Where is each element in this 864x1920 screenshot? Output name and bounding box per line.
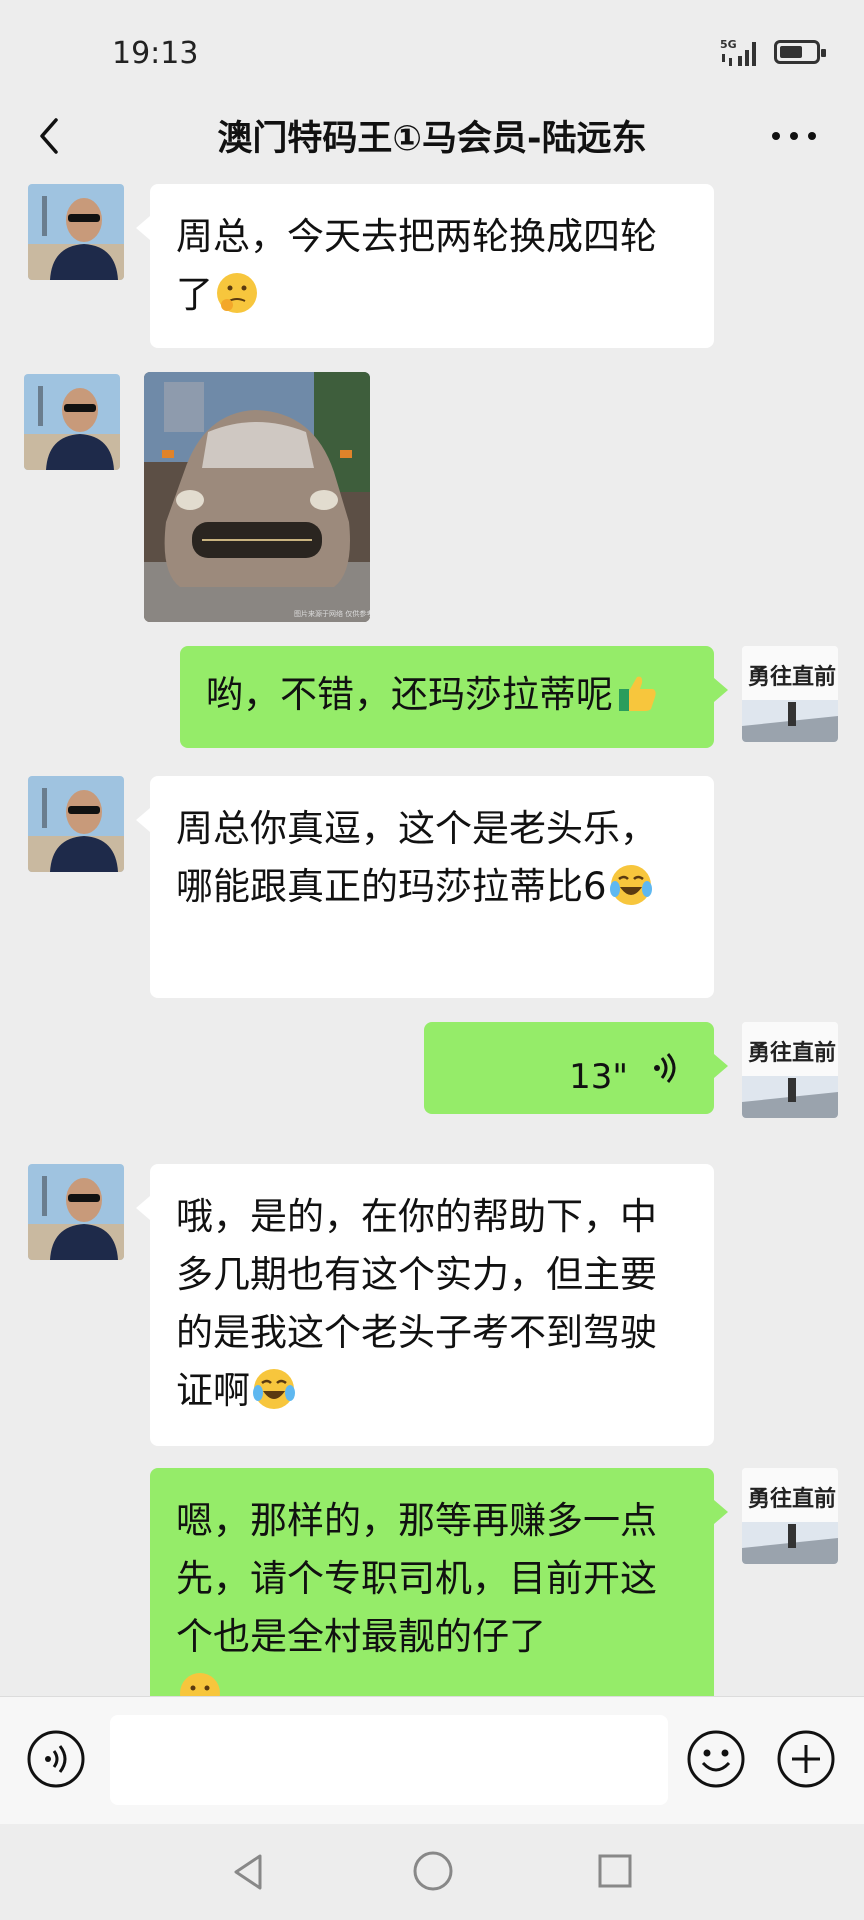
message-text: 嗯，那样的，那等再赚多一点先，请个专职司机，目前开这个也是全村最靓的仔了 [176, 1499, 657, 1658]
contact-avatar[interactable] [28, 184, 124, 280]
user-avatar-image: 勇往直前 [742, 1468, 838, 1564]
grinning-face-emoji [180, 1673, 220, 1696]
cellular-signal-icon: 5G [720, 38, 756, 66]
message-text: 哦，是的，在你的帮助下，中多几期也有这个实力，但主要的是我这个老头子考不到驾驶证… [176, 1195, 657, 1412]
contact-avatar[interactable] [28, 776, 124, 872]
message-bubble[interactable]: 哦，是的，在你的帮助下，中多几期也有这个实力，但主要的是我这个老头子考不到驾驶证… [136, 1164, 714, 1446]
message-text: 周总你真逗，这个是老头乐，哪能跟真正的玛莎拉蒂比6 [176, 807, 657, 908]
input-bar [0, 1696, 864, 1825]
status-time: 19:13 [112, 36, 199, 71]
user-avatar-image: 勇往直前 [742, 646, 838, 742]
status-bar: 19:13 5G [0, 0, 864, 100]
contact-avatar-photo [24, 374, 120, 470]
user-avatar-calligraphy: 勇往直前 [748, 1040, 836, 1066]
contact-avatar-photo [28, 776, 124, 872]
emoji-picker-icon[interactable] [686, 1729, 746, 1789]
user-avatar[interactable]: 勇往直前 [742, 1022, 838, 1118]
user-avatar[interactable]: 勇往直前 [742, 646, 838, 742]
voice-wave-icon [654, 1053, 676, 1083]
back-arrow-icon[interactable] [30, 114, 70, 158]
user-avatar-calligraphy: 勇往直前 [748, 664, 836, 690]
more-options-icon[interactable] [768, 114, 820, 158]
thinking-face-emoji [217, 273, 257, 313]
contact-avatar-photo [28, 1164, 124, 1260]
photo-watermark: 图片来源于网络 仅供参考 [294, 609, 370, 618]
message-bubble[interactable]: 嗯，那样的，那等再赚多一点先，请个专职司机，目前开这个也是全村最靓的仔了 [150, 1468, 728, 1696]
tears-of-joy-emoji [253, 1369, 295, 1409]
car-photo[interactable]: 图片来源于网络 仅供参考 [144, 372, 370, 622]
more-functions-plus-icon[interactable] [776, 1729, 836, 1789]
user-avatar-image: 勇往直前 [742, 1022, 838, 1118]
network-label: 5G [720, 38, 737, 51]
nav-back-icon[interactable] [228, 1850, 268, 1894]
nav-recent-apps-icon[interactable] [596, 1852, 634, 1890]
message-list[interactable]: 周总，今天去把两轮换成四轮了 图片来源于网络 仅供参考 哟，不错，还玛莎拉蒂呢 … [0, 176, 864, 1696]
voice-input-icon[interactable] [26, 1729, 86, 1789]
thumbs-up-emoji [619, 676, 656, 711]
contact-avatar-photo [28, 184, 124, 280]
car-photo-image: 图片来源于网络 仅供参考 [144, 372, 370, 622]
battery-icon [774, 40, 826, 64]
voice-duration: 13" [569, 1057, 628, 1097]
user-avatar[interactable]: 勇往直前 [742, 1468, 838, 1564]
voice-message-bubble[interactable]: 13" [424, 1022, 728, 1114]
chat-header: 澳门特码王①马会员-陆远东 [0, 100, 864, 176]
message-input[interactable] [110, 1715, 668, 1805]
system-nav-bar [0, 1824, 864, 1920]
contact-avatar[interactable] [24, 374, 120, 470]
contact-avatar[interactable] [28, 1164, 124, 1260]
tears-of-joy-emoji [609, 865, 652, 905]
nav-home-icon[interactable] [412, 1850, 454, 1892]
message-bubble[interactable]: 哟，不错，还玛莎拉蒂呢 [180, 646, 728, 748]
chat-title: 澳门特码王①马会员-陆远东 [217, 119, 647, 159]
message-bubble[interactable]: 周总你真逗，这个是老头乐，哪能跟真正的玛莎拉蒂比6 [136, 776, 714, 998]
user-avatar-calligraphy: 勇往直前 [748, 1486, 836, 1512]
message-text: 哟，不错，还玛莎拉蒂呢 [206, 673, 613, 716]
message-bubble[interactable]: 周总，今天去把两轮换成四轮了 [136, 184, 714, 348]
